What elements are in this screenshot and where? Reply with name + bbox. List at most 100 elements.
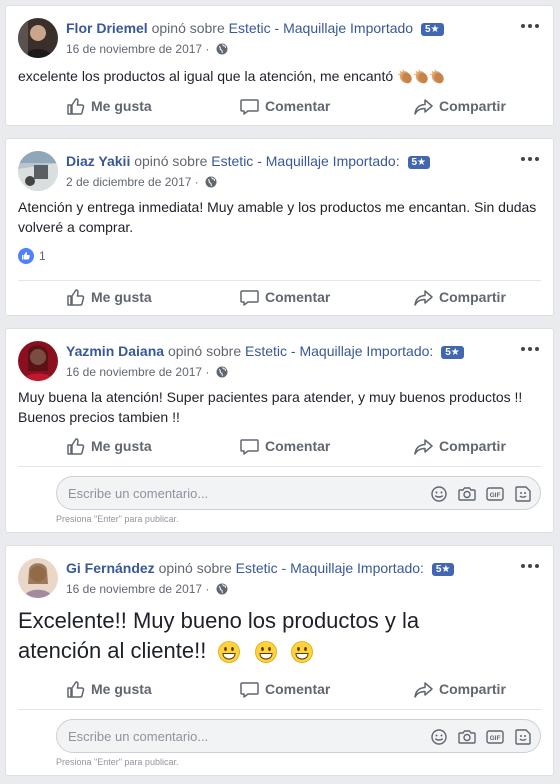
share-button[interactable]: Compartir bbox=[414, 281, 506, 313]
rating-badge: 5★ bbox=[431, 563, 455, 576]
like-button[interactable]: Me gusta bbox=[66, 673, 152, 705]
like-button[interactable]: Me gusta bbox=[66, 430, 152, 462]
sticker-icon[interactable] bbox=[514, 728, 532, 746]
author-name[interactable]: Diaz Yakii bbox=[66, 153, 130, 169]
review-date[interactable]: 16 de noviembre de 2017 bbox=[66, 365, 202, 379]
share-button[interactable]: Compartir bbox=[414, 673, 506, 705]
more-options-button[interactable] bbox=[521, 558, 541, 572]
meta-separator: · bbox=[205, 365, 210, 379]
dot-icon bbox=[521, 157, 525, 161]
page-name[interactable]: Estetic - Maquillaje Importado bbox=[229, 20, 413, 36]
divider bbox=[18, 709, 541, 710]
comment-button[interactable]: Comentar bbox=[240, 90, 330, 122]
review-text-line: Muy buena la atención! Super pacientes p… bbox=[18, 389, 523, 405]
comment-input[interactable]: Escribe un comentario... bbox=[56, 476, 541, 510]
rating-badge: 5★ bbox=[407, 156, 431, 169]
sticker-icon[interactable] bbox=[514, 485, 532, 503]
share-button[interactable]: Compartir bbox=[414, 90, 506, 122]
avatar[interactable] bbox=[18, 151, 58, 191]
comment-icon bbox=[240, 98, 259, 115]
avatar[interactable] bbox=[18, 341, 58, 381]
dot-icon bbox=[535, 347, 539, 351]
action-bar: Me gusta Comentar Compartir bbox=[18, 90, 541, 122]
review-meta: 16 de noviembre de 2017 · bbox=[66, 582, 228, 596]
meta-separator: · bbox=[205, 582, 210, 596]
share-label: Compartir bbox=[439, 289, 506, 305]
review-header: Gi Fernández opinó sobre Estetic - Maqui… bbox=[18, 558, 541, 602]
author-name[interactable]: Flor Driemel bbox=[66, 20, 148, 36]
clap-icon bbox=[397, 69, 414, 86]
review-date[interactable]: 2 de diciembre de 2017 bbox=[66, 175, 191, 189]
grin-icon bbox=[218, 641, 241, 664]
enter-hint: Presiona "Enter" para publicar. bbox=[56, 514, 179, 524]
review-text: Muy buena la atención! Super pacientes p… bbox=[18, 387, 541, 427]
avatar[interactable] bbox=[18, 18, 58, 58]
share-label: Compartir bbox=[439, 438, 506, 454]
page-name[interactable]: Estetic - Maquillaje Importado: bbox=[245, 343, 433, 359]
like-reaction-icon bbox=[18, 248, 34, 264]
comment-label: Comentar bbox=[265, 289, 331, 305]
thumbs-up-icon bbox=[67, 97, 85, 115]
dot-icon bbox=[535, 157, 539, 161]
share-label: Compartir bbox=[439, 98, 506, 114]
comment-button[interactable]: Comentar bbox=[240, 430, 330, 462]
comment-button[interactable]: Comentar bbox=[240, 673, 330, 705]
review-text: Excelente!! Muy bueno los productos y la… bbox=[18, 606, 541, 666]
like-label: Me gusta bbox=[91, 438, 152, 454]
review-text: Atención y entrega inmediata! Muy amable… bbox=[18, 199, 537, 235]
share-icon bbox=[414, 98, 433, 115]
action-bar: Me gusta Comentar Compartir bbox=[18, 280, 541, 312]
more-options-button[interactable] bbox=[521, 341, 541, 355]
dot-icon bbox=[528, 157, 532, 161]
clap-icon bbox=[429, 69, 446, 86]
camera-icon[interactable] bbox=[458, 728, 476, 746]
page-name[interactable]: Estetic - Maquillaje Importado: bbox=[211, 153, 399, 169]
dot-icon bbox=[528, 564, 532, 568]
author-name[interactable]: Yazmin Daiana bbox=[66, 343, 164, 359]
review-title: Gi Fernández opinó sobre Estetic - Maqui… bbox=[66, 560, 455, 576]
clapping-hands-emoji bbox=[397, 68, 446, 86]
grin-icon bbox=[290, 641, 313, 664]
more-options-button[interactable] bbox=[521, 18, 541, 32]
gif-icon[interactable] bbox=[486, 485, 504, 503]
share-button[interactable]: Compartir bbox=[414, 430, 506, 462]
review-card: Yazmin Daiana opinó sobre Estetic - Maqu… bbox=[5, 328, 554, 533]
clap-icon bbox=[413, 69, 430, 86]
more-options-button[interactable] bbox=[521, 151, 541, 165]
share-icon bbox=[414, 438, 433, 455]
review-title: Flor Driemel opinó sobre Estetic - Maqui… bbox=[66, 20, 444, 36]
comment-label: Comentar bbox=[265, 438, 331, 454]
avatar[interactable] bbox=[18, 558, 58, 598]
like-button[interactable]: Me gusta bbox=[66, 281, 152, 313]
camera-icon[interactable] bbox=[458, 485, 476, 503]
like-button[interactable]: Me gusta bbox=[66, 90, 152, 122]
globe-icon bbox=[215, 43, 228, 55]
review-header: Flor Driemel opinó sobre Estetic - Maqui… bbox=[18, 18, 541, 62]
globe-icon bbox=[205, 176, 218, 188]
reaction-summary[interactable]: 1 bbox=[18, 248, 46, 264]
comment-input[interactable]: Escribe un comentario... bbox=[56, 719, 541, 753]
review-meta: 16 de noviembre de 2017 · bbox=[66, 42, 228, 56]
gif-icon[interactable] bbox=[486, 728, 504, 746]
page-name[interactable]: Estetic - Maquillaje Importado: bbox=[236, 560, 424, 576]
review-verb: opinó sobre bbox=[158, 560, 232, 576]
review-header: Yazmin Daiana opinó sobre Estetic - Maqu… bbox=[18, 341, 541, 385]
action-bar: Me gusta Comentar Compartir bbox=[18, 673, 541, 705]
comment-button[interactable]: Comentar bbox=[240, 281, 330, 313]
review-card: Diaz Yakii opinó sobre Estetic - Maquill… bbox=[5, 138, 554, 316]
review-text-line: atención al cliente!! bbox=[18, 636, 541, 666]
thumbs-up-icon bbox=[67, 680, 85, 698]
review-meta: 16 de noviembre de 2017 · bbox=[66, 365, 228, 379]
review-date[interactable]: 16 de noviembre de 2017 bbox=[66, 42, 202, 56]
emoji-icon[interactable] bbox=[430, 485, 448, 503]
emoji-icon[interactable] bbox=[430, 728, 448, 746]
enter-hint: Presiona "Enter" para publicar. bbox=[56, 757, 179, 767]
review-verb: opinó sobre bbox=[167, 343, 242, 359]
like-label: Me gusta bbox=[91, 289, 152, 305]
review-date[interactable]: 16 de noviembre de 2017 bbox=[66, 582, 202, 596]
comment-icon bbox=[240, 438, 259, 455]
divider bbox=[18, 466, 541, 467]
review-meta: 2 de diciembre de 2017 · bbox=[66, 175, 218, 189]
review-card: Flor Driemel opinó sobre Estetic - Maqui… bbox=[5, 5, 554, 126]
author-name[interactable]: Gi Fernández bbox=[66, 560, 155, 576]
